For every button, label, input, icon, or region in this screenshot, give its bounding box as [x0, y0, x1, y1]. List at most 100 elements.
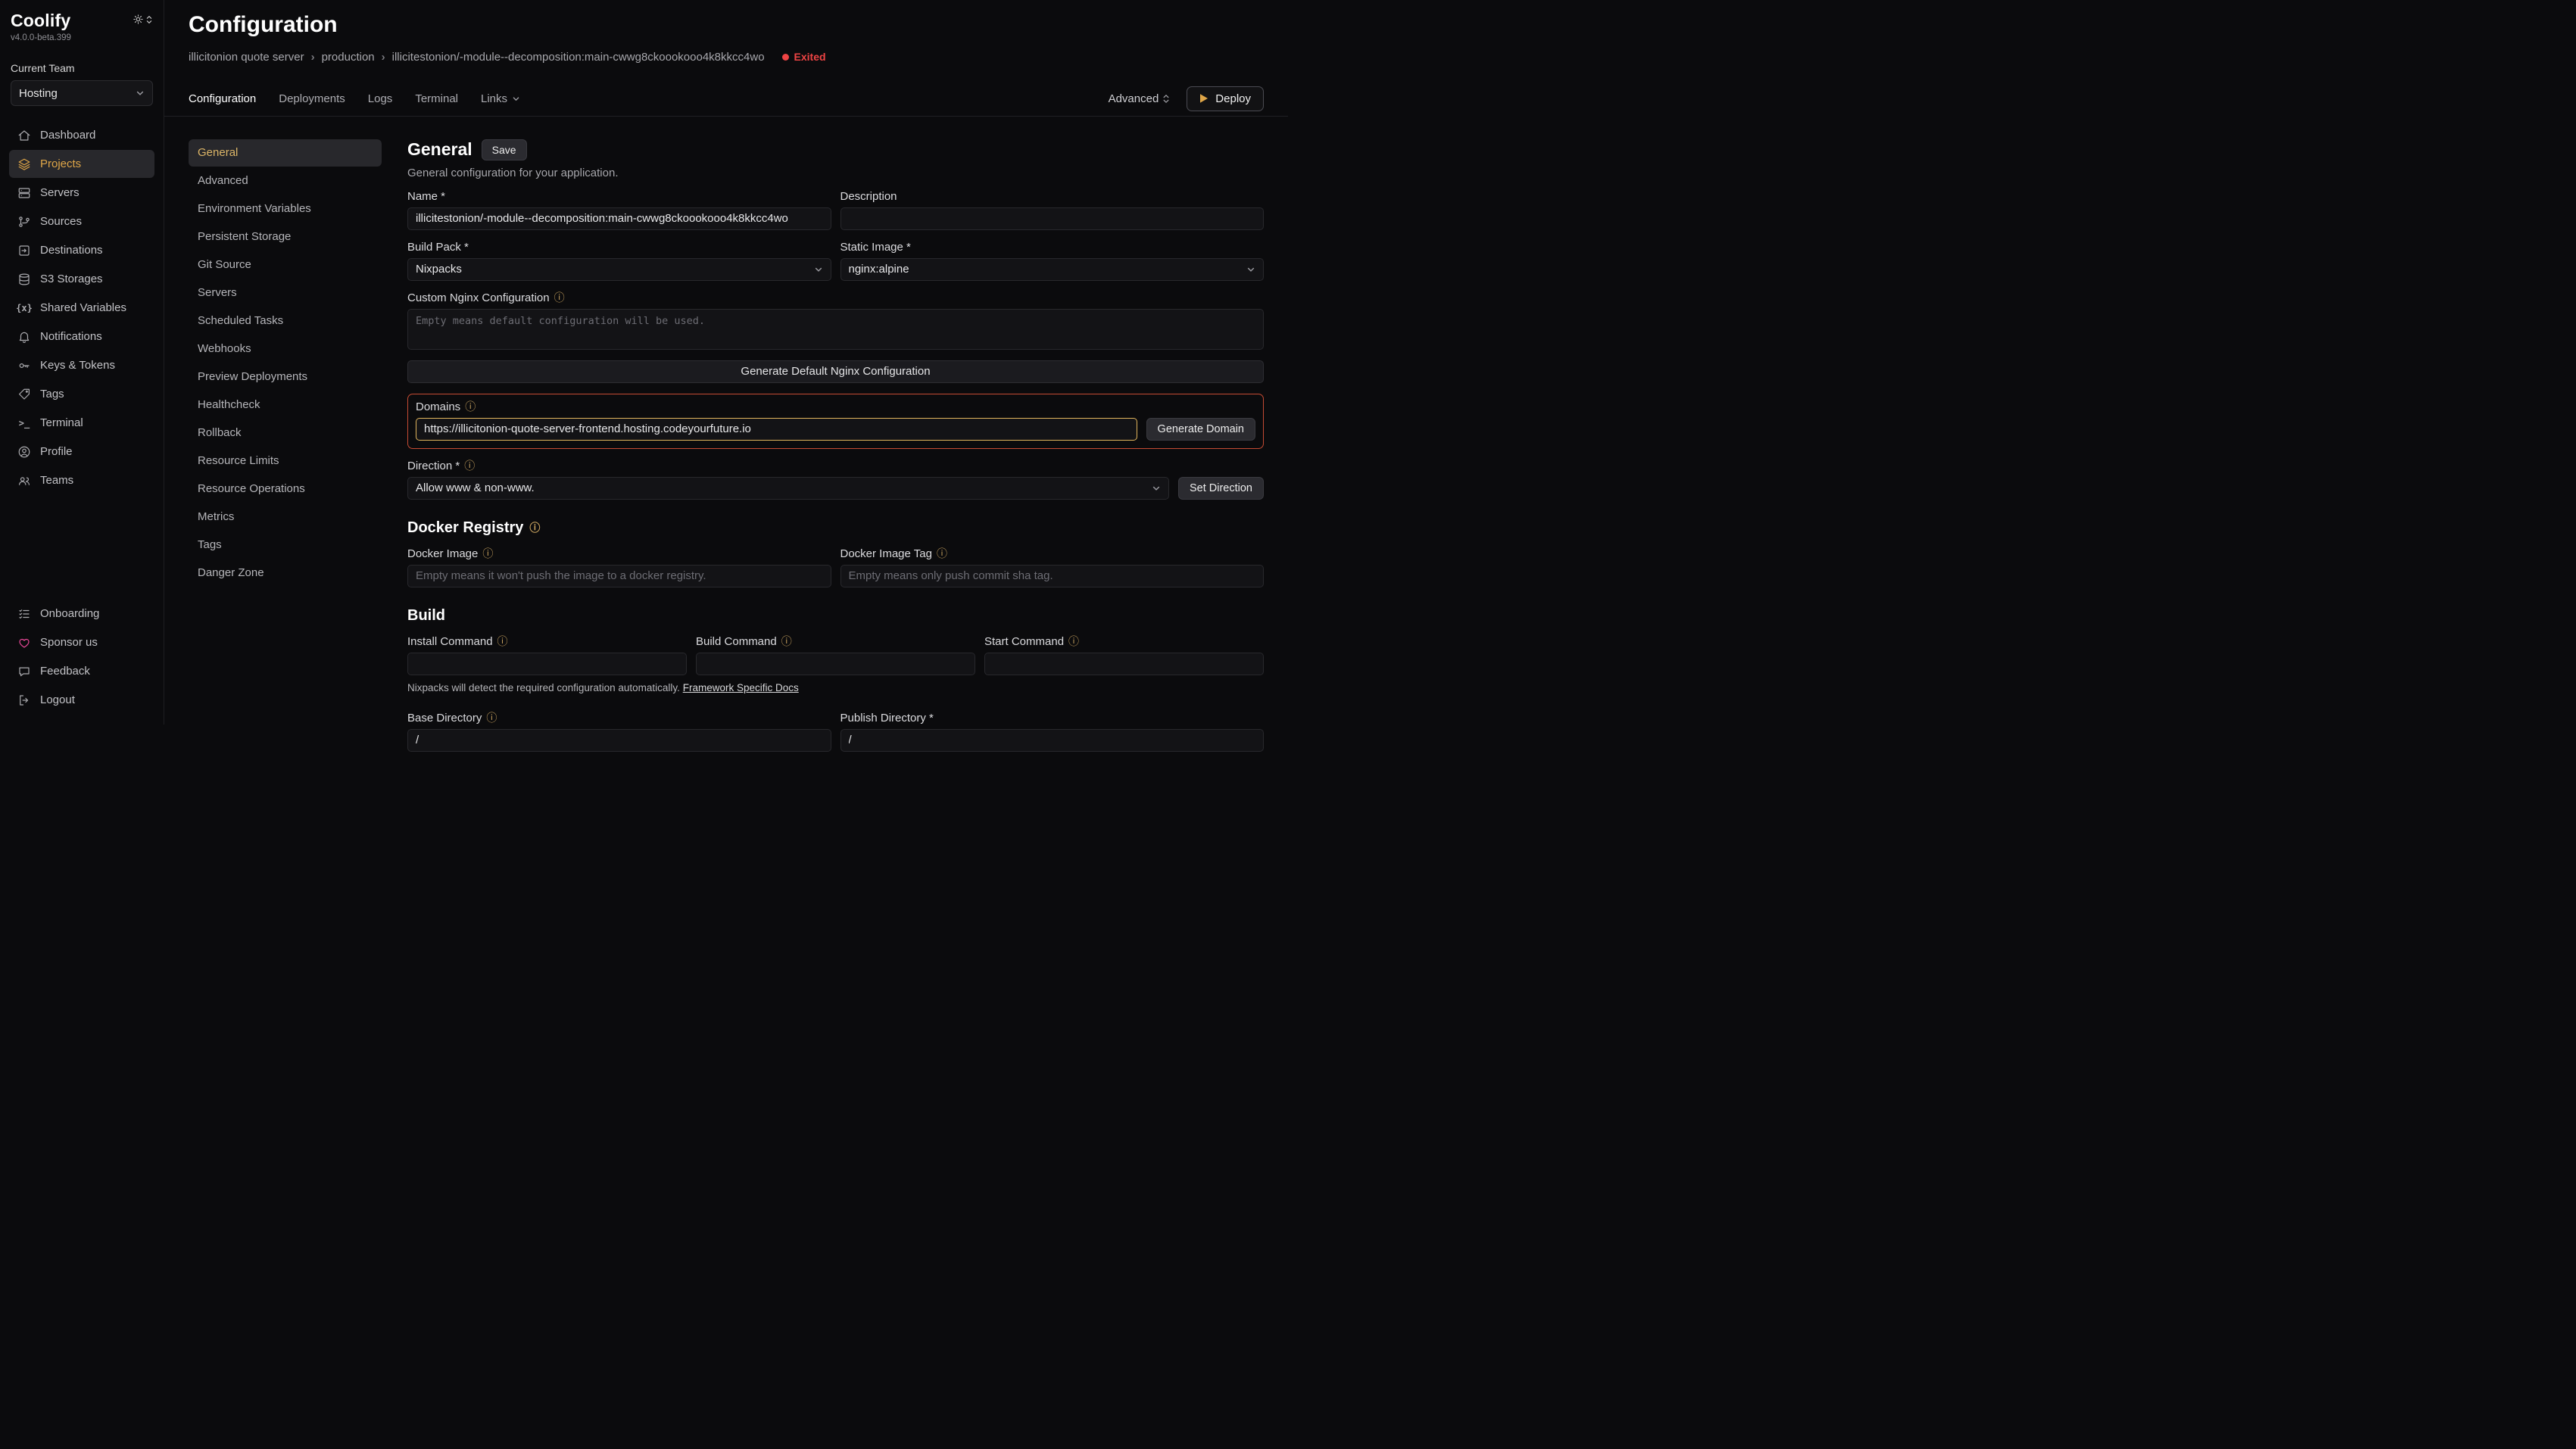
publish-directory-input[interactable]: [840, 729, 1265, 752]
play-icon: [1199, 93, 1208, 104]
bell-icon: [17, 330, 32, 344]
tab-links-label: Links: [481, 92, 507, 105]
subnav-item-scheduled-tasks[interactable]: Scheduled Tasks: [189, 307, 382, 335]
sidebar-item-label: Sponsor us: [40, 636, 98, 649]
sidebar-item-profile[interactable]: Profile: [9, 438, 154, 466]
info-icon[interactable]: ⓘ: [781, 636, 792, 647]
sidebar-item-terminal[interactable]: >_ Terminal: [9, 409, 154, 437]
generate-nginx-config-button[interactable]: Generate Default Nginx Configuration: [407, 360, 1264, 383]
build-pack-select[interactable]: Nixpacks: [407, 258, 831, 281]
chevron-down-icon: [512, 95, 520, 103]
install-command-input[interactable]: [407, 653, 687, 675]
sidebar-item-sources[interactable]: Sources: [9, 207, 154, 235]
set-direction-button[interactable]: Set Direction: [1178, 477, 1264, 500]
sidebar-item-feedback[interactable]: Feedback: [9, 657, 154, 685]
tab-links[interactable]: Links: [481, 92, 520, 105]
build-command-label: Build Command: [696, 635, 777, 648]
sidebar: Coolify v4.0.0-beta.399 Current Team Hos…: [0, 0, 164, 724]
sidebar-item-sponsor-us[interactable]: Sponsor us: [9, 628, 154, 656]
base-directory-label: Base Directory: [407, 712, 482, 724]
tab-terminal[interactable]: Terminal: [415, 92, 458, 105]
sidebar-item-servers[interactable]: Servers: [9, 179, 154, 207]
subnav-item-environment-variables[interactable]: Environment Variables: [189, 195, 382, 223]
start-command-input[interactable]: [984, 653, 1264, 675]
sidebar-item-label: Projects: [40, 157, 81, 170]
sidebar-item-logout[interactable]: Logout: [9, 686, 154, 714]
info-icon[interactable]: ⓘ: [554, 292, 565, 303]
direction-select[interactable]: Allow www & non-www.: [407, 477, 1169, 500]
subnav-item-servers[interactable]: Servers: [189, 279, 382, 307]
subnav-item-rollback[interactable]: Rollback: [189, 419, 382, 447]
name-input[interactable]: [407, 207, 831, 230]
subnav-item-persistent-storage[interactable]: Persistent Storage: [189, 223, 382, 251]
breadcrumb-environment[interactable]: production: [322, 51, 375, 64]
info-icon[interactable]: ⓘ: [464, 460, 475, 471]
sidebar-item-tags[interactable]: Tags: [9, 380, 154, 408]
advanced-toggle[interactable]: Advanced: [1109, 92, 1171, 105]
deploy-button[interactable]: Deploy: [1187, 86, 1264, 111]
base-directory-input[interactable]: [407, 729, 831, 752]
breadcrumb-application[interactable]: illicitestonion/-module--decomposition:m…: [392, 51, 765, 64]
subnav-item-healthcheck[interactable]: Healthcheck: [189, 391, 382, 419]
subnav-item-git-source[interactable]: Git Source: [189, 251, 382, 279]
docker-image-tag-input[interactable]: [840, 565, 1265, 587]
info-icon[interactable]: ⓘ: [482, 548, 493, 559]
sidebar-item-keys-tokens[interactable]: Keys & Tokens: [9, 351, 154, 379]
sidebar-item-teams[interactable]: Teams: [9, 466, 154, 494]
sidebar-item-label: Onboarding: [40, 607, 99, 620]
sidebar-item-shared-variables[interactable]: {x} Shared Variables: [9, 294, 154, 322]
subnav-item-resource-operations[interactable]: Resource Operations: [189, 475, 382, 503]
tab-configuration[interactable]: Configuration: [189, 92, 256, 105]
subnav-item-preview-deployments[interactable]: Preview Deployments: [189, 363, 382, 391]
tab-deployments[interactable]: Deployments: [279, 92, 345, 105]
info-icon[interactable]: ⓘ: [465, 401, 476, 412]
general-section-title: General: [407, 139, 472, 160]
sidebar-item-onboarding[interactable]: Onboarding: [9, 600, 154, 628]
nginx-config-textarea[interactable]: [407, 309, 1264, 350]
subnav-item-general[interactable]: General: [189, 139, 382, 167]
domains-input[interactable]: [416, 418, 1137, 441]
tab-logs[interactable]: Logs: [368, 92, 393, 105]
status-dot-icon: [782, 54, 789, 61]
docker-image-input[interactable]: [407, 565, 831, 587]
sidebar-item-notifications[interactable]: Notifications: [9, 323, 154, 351]
subnav-item-tags[interactable]: Tags: [189, 531, 382, 559]
docker-image-label: Docker Image: [407, 547, 478, 560]
subnav-item-webhooks[interactable]: Webhooks: [189, 335, 382, 363]
general-section-subtitle: General configuration for your applicati…: [407, 167, 1264, 179]
static-image-select[interactable]: nginx:alpine: [840, 258, 1265, 281]
info-icon[interactable]: ⓘ: [1068, 636, 1079, 647]
sidebar-item-s3-storages[interactable]: S3 Storages: [9, 265, 154, 293]
team-select[interactable]: Hosting: [11, 80, 153, 106]
info-icon[interactable]: ⓘ: [497, 636, 508, 647]
framework-docs-link[interactable]: Framework Specific Docs: [683, 682, 799, 693]
description-input[interactable]: [840, 207, 1265, 230]
advanced-label: Advanced: [1109, 92, 1159, 105]
generate-domain-button[interactable]: Generate Domain: [1146, 418, 1255, 441]
sidebar-item-destinations[interactable]: Destinations: [9, 236, 154, 264]
sidebar-item-projects[interactable]: Projects: [9, 150, 154, 178]
sidebar-item-dashboard[interactable]: Dashboard: [9, 121, 154, 149]
info-icon[interactable]: ⓘ: [529, 522, 540, 533]
sidebar-item-label: Feedback: [40, 665, 90, 678]
subnav-item-metrics[interactable]: Metrics: [189, 503, 382, 531]
save-button[interactable]: Save: [482, 139, 527, 160]
status-text: Exited: [794, 51, 826, 63]
sidebar-item-label: Teams: [40, 474, 73, 487]
theme-switcher[interactable]: [133, 14, 153, 25]
info-icon[interactable]: ⓘ: [937, 548, 947, 559]
heart-icon: [17, 636, 32, 650]
breadcrumb-project[interactable]: illicitonion quote server: [189, 51, 304, 64]
info-icon[interactable]: ⓘ: [486, 712, 497, 723]
chevron-down-icon: [814, 265, 823, 274]
braces-icon: {x}: [17, 303, 32, 313]
subnav-item-resource-limits[interactable]: Resource Limits: [189, 447, 382, 475]
build-command-input[interactable]: [696, 653, 975, 675]
subnav-item-advanced[interactable]: Advanced: [189, 167, 382, 195]
sidebar-item-label: Sources: [40, 215, 82, 228]
sidebar-nav: Dashboard Projects Servers Sources Desti…: [9, 121, 154, 494]
domains-section: Domains ⓘ Generate Domain: [407, 394, 1264, 449]
description-label: Description: [840, 190, 897, 203]
subnav-item-danger-zone[interactable]: Danger Zone: [189, 559, 382, 587]
app-version: v4.0.0-beta.399: [9, 33, 154, 42]
